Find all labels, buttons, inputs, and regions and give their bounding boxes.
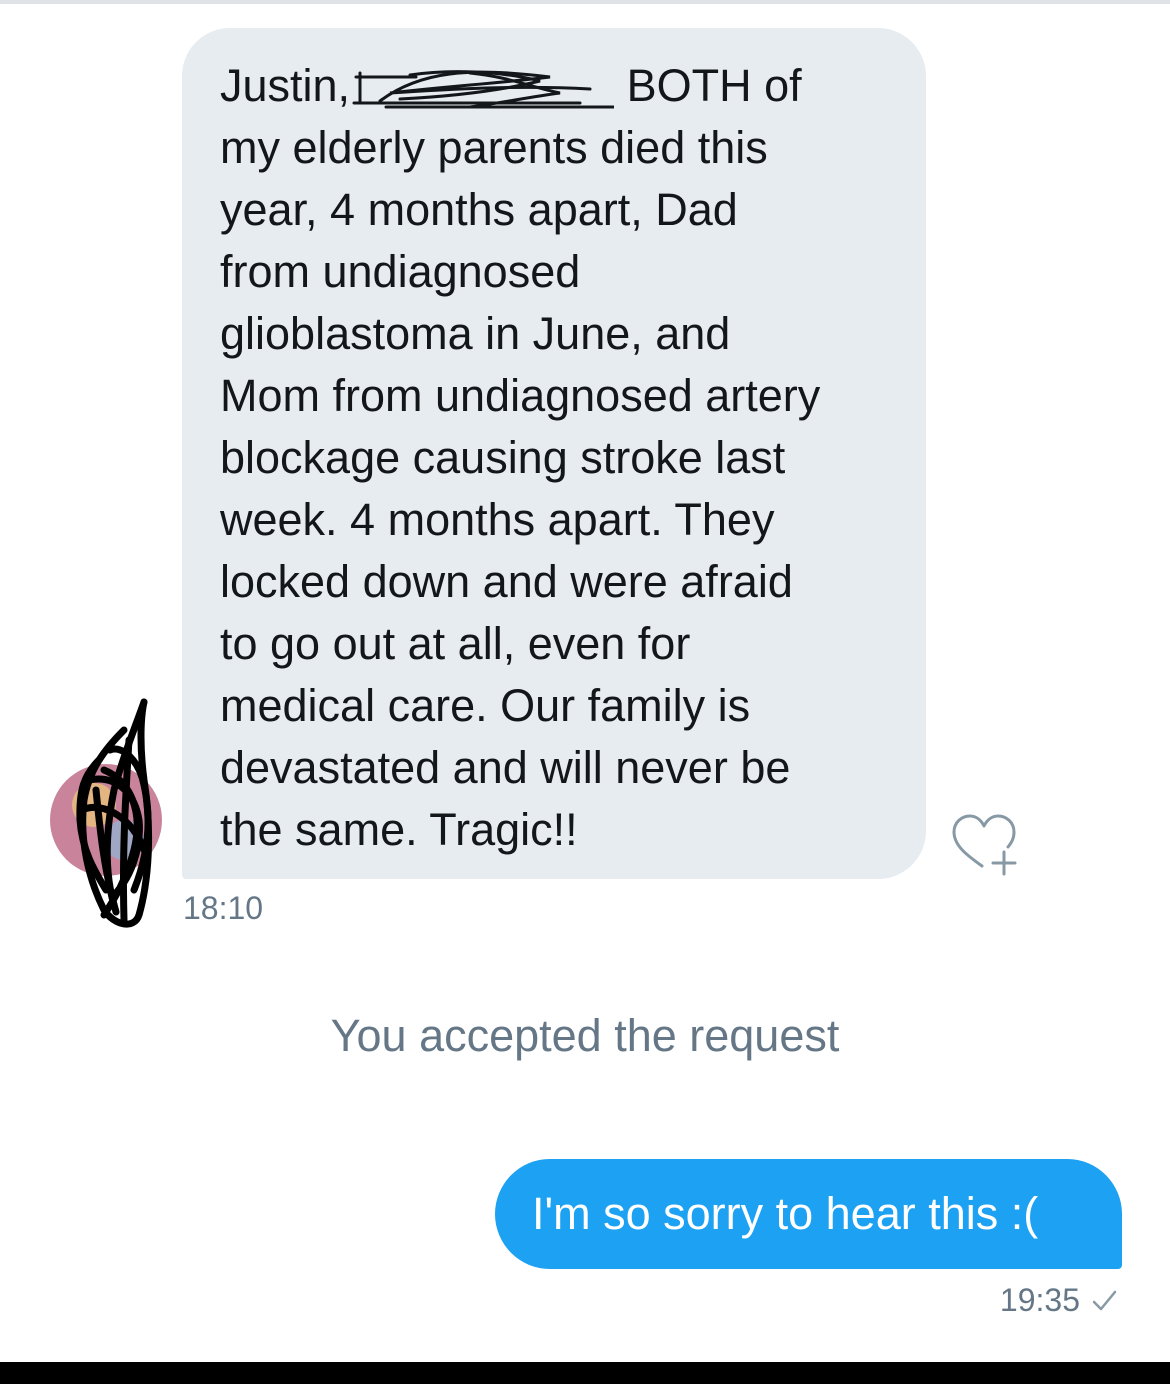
top-divider xyxy=(0,0,1170,4)
incoming-line: Mom from undiagnosed artery xyxy=(220,370,821,421)
incoming-line-1-rest: BOTH of xyxy=(626,60,802,111)
incoming-line: glioblastoma in June, and xyxy=(220,308,731,359)
system-message-text: You accepted the request xyxy=(330,1010,840,1061)
system-message: You accepted the request xyxy=(0,1010,1170,1062)
incoming-line: from undiagnosed xyxy=(220,246,581,297)
sender-avatar[interactable] xyxy=(44,690,169,935)
greeting-text: Justin, xyxy=(220,60,351,111)
incoming-line: my elderly parents died this xyxy=(220,122,768,173)
incoming-message-bubble[interactable]: Justin, BOTH of my elderly parents died … xyxy=(182,28,926,879)
like-message-button[interactable] xyxy=(946,810,1026,880)
incoming-line-1: Justin, BOTH of xyxy=(220,55,906,117)
heart-plus-icon xyxy=(952,814,1017,876)
avatar-scribble xyxy=(50,698,162,928)
redaction-scribble xyxy=(352,70,615,109)
incoming-line: week. 4 months apart. They xyxy=(220,494,775,545)
incoming-line: devastated and will never be xyxy=(220,742,791,793)
outgoing-timestamp: 19:35 xyxy=(999,1282,1080,1318)
outgoing-message-bubble[interactable]: I'm so sorry to hear this :( xyxy=(495,1159,1122,1269)
incoming-line: locked down and were afraid xyxy=(220,556,793,607)
incoming-line: year, 4 months apart, Dad xyxy=(220,184,738,235)
incoming-line: to go out at all, even for xyxy=(220,618,691,669)
incoming-message-text: Justin, BOTH of my elderly parents died … xyxy=(220,55,906,861)
incoming-line: the same. Tragic!! xyxy=(220,804,578,855)
outgoing-message-text: I'm so sorry to hear this :( xyxy=(532,1188,1039,1239)
incoming-timestamp: 18:10 xyxy=(183,890,264,926)
incoming-line: medical care. Our family is xyxy=(220,680,751,731)
bottom-bar xyxy=(0,1362,1170,1384)
outgoing-status: 19:35 xyxy=(1000,1282,1118,1319)
checkmark-icon xyxy=(1092,1290,1117,1310)
incoming-line: blockage causing stroke last xyxy=(220,432,786,483)
